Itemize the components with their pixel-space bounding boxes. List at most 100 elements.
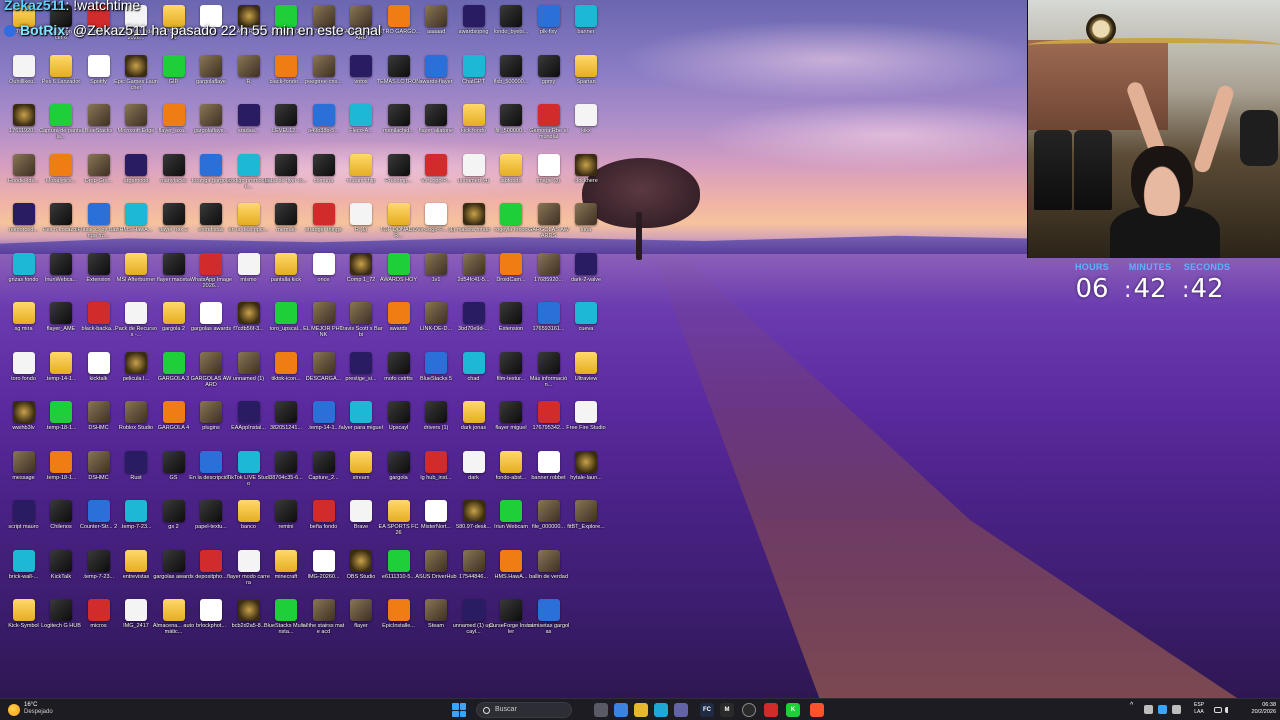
desktop-icon[interactable]: Roblox Studio: [118, 401, 155, 449]
desktop-icon[interactable]: lg hub_inst...: [418, 450, 455, 499]
desktop-icon[interactable]: MisterNort...: [418, 500, 455, 548]
desktop-icon[interactable]: flayer_AME: [43, 302, 80, 350]
desktop-icon[interactable]: kicktalk: [80, 351, 117, 400]
obs-icon[interactable]: [742, 703, 756, 717]
desktop-icon[interactable]: Precomp...: [380, 153, 417, 202]
desktop-icon[interactable]: LINK-DE-D...: [418, 302, 455, 350]
desktop-icon[interactable]: Captura de pantalla...: [39, 104, 83, 152]
brave-icon[interactable]: [810, 703, 824, 717]
desktop-icon[interactable]: script mauro: [5, 500, 42, 548]
desktop-icon[interactable]: Vx-Logo-P...: [418, 153, 455, 202]
desktop-icon[interactable]: Fleco-A...: [343, 104, 380, 152]
desktop-icon[interactable]: Epic Games Launcher: [114, 54, 158, 103]
desktop-icon[interactable]: en la descripci...: [229, 203, 268, 251]
desktop-icon[interactable]: 3bd70e9d-...: [455, 302, 492, 350]
desktop-icon[interactable]: gargola: [380, 450, 417, 499]
desktop-icon[interactable]: maceta fondo: [455, 203, 492, 251]
desktop-icon[interactable]: falyer para miguel: [339, 401, 383, 449]
desktop-icon[interactable]: banner: [568, 5, 605, 53]
desktop-icon[interactable]: ballin de verdad: [529, 549, 568, 598]
desktop-icon[interactable]: gargolas awards: [153, 549, 194, 598]
desktop-icon[interactable]: entrefistas: [193, 203, 230, 251]
desktop-icon[interactable]: kick fondo: [455, 104, 492, 152]
desktop-icon[interactable]: Mobalytics...: [43, 153, 80, 202]
desktop-icon[interactable]: 2d54fc41-5...: [455, 252, 492, 301]
desktop-icon[interactable]: black-backa...: [80, 302, 117, 350]
weather-widget[interactable]: 16°C Despejado: [8, 702, 78, 718]
desktop-icon[interactable]: EpicInstalle...: [380, 599, 417, 647]
desktop-icon[interactable]: Gamoria Rbe el mundial: [529, 104, 568, 152]
file-explorer-icon[interactable]: [634, 703, 648, 717]
desktop-icon[interactable]: unnamed (1): [230, 351, 267, 400]
desktop-icon[interactable]: Pes 6 Locazos: [43, 203, 80, 251]
desktop-icon[interactable]: EL MEJOR PHONK: [303, 302, 344, 350]
desktop-icon[interactable]: stream: [343, 450, 380, 499]
desktop-icon[interactable]: 580.97-desk...: [455, 500, 492, 548]
desktop-icon[interactable]: DESCARGA...: [305, 351, 342, 400]
desktop-icon[interactable]: Rust: [118, 450, 155, 499]
desktop-icon[interactable]: mismo: [230, 252, 267, 301]
desktop-icon[interactable]: fitBT_Explore...: [567, 500, 605, 548]
desktop-icon[interactable]: argamood: [118, 153, 155, 202]
desktop-icon[interactable]: 17685920...: [530, 252, 567, 301]
desktop-icon[interactable]: fill_500000...: [493, 104, 530, 152]
desktop-icon[interactable]: GARGOLAS AWARD: [191, 351, 231, 400]
desktop-icon[interactable]: EAAppInstal...: [230, 401, 267, 449]
desktop-icon[interactable]: banner robbet: [530, 450, 567, 499]
desktop-icon[interactable]: flayer hax 2: [155, 203, 192, 251]
tray-app-icon[interactable]: [1158, 705, 1167, 714]
desktop-icon[interactable]: DroidCam...: [493, 252, 530, 301]
desktop-icon[interactable]: comuna: [305, 153, 342, 202]
desktop-icon[interactable]: .temp-7-23...: [80, 549, 117, 598]
clock[interactable]: 06:38 20/2/2026: [1236, 702, 1276, 716]
desktop-icon[interactable]: entrevistas: [118, 549, 155, 598]
desktop-icon[interactable]: MSI Afterburner: [117, 252, 155, 301]
desktop-icon[interactable]: flayer maceta: [155, 252, 192, 301]
desktop-icon[interactable]: .temp-14-1...: [43, 351, 80, 400]
desktop-icon[interactable]: fondo-abst...: [493, 450, 530, 499]
desktop-icon[interactable]: .temp-14-1...: [305, 401, 342, 449]
desktop-icon[interactable]: depositpho...: [193, 549, 230, 598]
desktop-icon[interactable]: micros: [80, 599, 117, 647]
desktop-icon[interactable]: tiktok-icon...: [268, 351, 305, 400]
widgets-icon[interactable]: [614, 703, 628, 717]
desktop-icon[interactable]: flsb_500000...: [493, 54, 530, 103]
desktop-icon[interactable]: luna: [568, 203, 605, 251]
desktop-icon[interactable]: unnamed (4): [455, 153, 492, 202]
language-indicator[interactable]: ESP LAA: [1194, 702, 1204, 716]
desktop-icon[interactable]: brick-wall-...: [5, 549, 42, 598]
desktop-icon[interactable]: R (1): [343, 203, 380, 251]
desktop-icon[interactable]: TEMAS LOTRON: [377, 54, 420, 103]
desktop-icon[interactable]: AWARDS HOY: [380, 252, 417, 301]
desktop-icon[interactable]: Chilenos: [43, 500, 80, 548]
desktop-icon[interactable]: manilachid...: [380, 104, 417, 152]
desktop-icon[interactable]: gpmy: [530, 54, 567, 103]
desktop-icon[interactable]: chad: [455, 351, 492, 400]
desktop-icon[interactable]: 382051241...: [268, 401, 305, 449]
desktop-icon[interactable]: plk-fixy: [530, 5, 567, 53]
msi-app-icon[interactable]: M: [720, 703, 734, 717]
desktop-icon[interactable]: Travis Scott x Barbi: [339, 302, 383, 350]
desktop-icon[interactable]: DSHMC: [80, 401, 117, 449]
desktop-icon[interactable]: Más información...: [530, 351, 567, 400]
desktop-icon[interactable]: rogeyla fondo: [493, 203, 530, 251]
desktop-icon[interactable]: dark jonas: [455, 401, 492, 449]
desktop-icon[interactable]: BlueStacks: [80, 104, 117, 152]
taskbar-search[interactable]: Buscar: [476, 702, 572, 718]
desktop-icon[interactable]: .temp-7-23...: [118, 500, 155, 548]
desktop-icon[interactable]: memuel: [268, 203, 305, 251]
desktop-icon[interactable]: Capture_2...: [305, 450, 342, 499]
desktop-icon[interactable]: IMG-20260...: [305, 549, 342, 598]
edge-icon[interactable]: [654, 703, 668, 717]
desktop-icon[interactable]: En la descripció...: [189, 450, 233, 499]
desktop-icon[interactable]: gargolaflaye: [193, 54, 230, 103]
desktop-icon[interactable]: 17611920...: [5, 104, 42, 152]
desktop-icon[interactable]: dark: [455, 450, 492, 499]
desktop-icon[interactable]: awards: [380, 302, 417, 350]
desktop-icon[interactable]: 17544846...: [455, 549, 492, 598]
desktop-icon[interactable]: IMG_2417: [118, 599, 155, 647]
desktop-icon[interactable]: flayer aliatone: [418, 104, 455, 152]
desktop-icon[interactable]: grizas fondo: [5, 252, 42, 301]
desktop-icon[interactable]: DSHMC: [80, 450, 117, 499]
desktop-icon[interactable]: wwihb3lv: [5, 401, 42, 449]
